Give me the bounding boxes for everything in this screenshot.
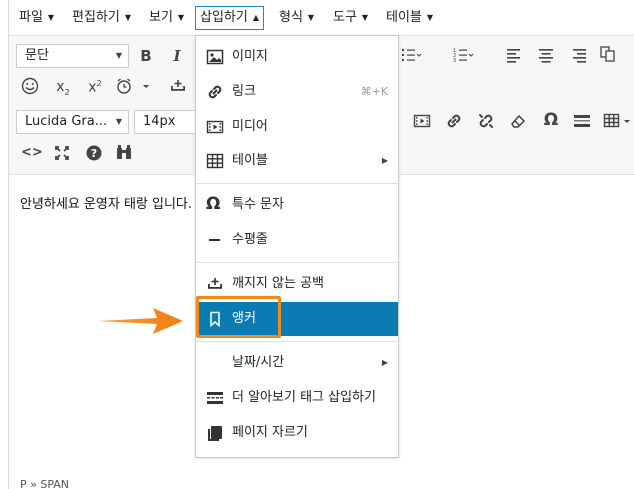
menu-item-read-more[interactable]: 더 알아보기 태그 삽입하기 — [196, 381, 398, 415]
caret-down-icon: ▼ — [307, 13, 315, 22]
code-icon[interactable]: <> — [21, 143, 43, 163]
menu-separator — [196, 183, 398, 184]
annotation-arrow-icon — [97, 308, 183, 334]
omega-icon: Ω — [206, 194, 221, 214]
menu-tools[interactable]: 도구 ▼ — [333, 7, 368, 29]
caret-down-icon: ▼ — [361, 13, 369, 22]
menu-item-datetime[interactable]: 날짜/시간 ▶ — [196, 346, 398, 380]
menu-separator — [196, 341, 398, 342]
caret-down-icon: ▼ — [115, 117, 122, 126]
fullscreen-icon[interactable] — [53, 144, 73, 162]
caret-up-icon: ▲ — [252, 13, 259, 22]
menu-table[interactable]: 테이블 ▼ — [386, 7, 433, 29]
table-icon — [206, 152, 224, 170]
copy-icon[interactable] — [599, 45, 619, 63]
annotation-highlight-box — [196, 296, 281, 338]
table-toolbar-icon[interactable] — [603, 112, 633, 130]
menubar: 파일 ▼ 편집하기 ▼ 보기 ▼ 삽입하기 ▲ 형식 ▼ 도구 ▼ 테이블 ▼ — [9, 0, 634, 36]
help-icon[interactable]: ? — [85, 144, 105, 162]
menu-view[interactable]: 보기 ▼ — [149, 7, 184, 29]
svg-text:3: 3 — [453, 58, 456, 64]
insert-menu-dropdown: 이미지 링크 ⌘+K 미디어 테이블 ▶ Ω 특수 문자 수평줄 깨지지 않는 … — [195, 35, 399, 458]
caret-down-icon: ▼ — [115, 51, 122, 60]
emoji-icon[interactable] — [21, 77, 41, 95]
status-path: P » SPAN — [20, 478, 70, 489]
italic-button[interactable]: I — [169, 46, 185, 66]
menu-item-table[interactable]: 테이블 ▶ — [196, 144, 398, 178]
media-toolbar-icon[interactable] — [413, 112, 433, 130]
find-replace-icon[interactable] — [115, 143, 135, 161]
menu-item-special-char[interactable]: Ω 특수 문자 — [196, 188, 398, 222]
block-format-select[interactable]: 문단 ▼ — [16, 44, 129, 68]
menu-item-horizontal-rule[interactable]: 수평줄 — [196, 223, 398, 257]
menu-item-image[interactable]: 이미지 — [196, 40, 398, 74]
svg-text:?: ? — [91, 147, 97, 160]
unlink-toolbar-icon[interactable] — [477, 112, 497, 130]
caret-down-icon: ▼ — [124, 13, 131, 22]
horizontal-rule-toolbar-icon[interactable] — [573, 112, 593, 130]
superscript-icon[interactable]: x2 — [85, 74, 105, 98]
align-center-icon[interactable] — [538, 46, 558, 64]
shortcut-hint: ⌘+K — [360, 85, 388, 98]
read-more-icon — [206, 389, 224, 407]
page-break-icon — [206, 424, 224, 442]
menu-item-page-break[interactable]: 페이지 자르기 — [196, 416, 398, 450]
link-toolbar-icon[interactable] — [445, 112, 465, 130]
menu-insert[interactable]: 삽입하기 ▲ — [195, 6, 264, 30]
font-family-select[interactable]: Lucida Gra... ▼ — [16, 110, 129, 134]
nonbreaking-space-toolbar-icon[interactable] — [169, 77, 189, 95]
content-paragraph[interactable]: 안녕하세요 운영자 태랑 입니다. — [20, 193, 192, 212]
caret-down-icon: ▼ — [47, 13, 55, 22]
menu-item-link[interactable]: 링크 ⌘+K — [196, 75, 398, 109]
subscript-icon[interactable]: x2 — [53, 77, 73, 103]
numbered-list-icon[interactable]: 123 — [452, 46, 476, 64]
align-right-icon[interactable] — [571, 46, 591, 64]
caret-down-icon: ▼ — [426, 13, 434, 22]
link-icon — [206, 83, 224, 101]
menu-file[interactable]: 파일 ▼ — [19, 7, 54, 29]
nonbreaking-space-icon — [206, 275, 224, 293]
image-icon — [206, 48, 224, 66]
horizontal-rule-icon — [206, 231, 224, 249]
media-icon — [206, 118, 224, 136]
font-size-select[interactable]: 14px — [134, 110, 204, 134]
menu-separator — [196, 262, 398, 263]
menu-edit[interactable]: 편집하기 ▼ — [72, 7, 131, 29]
align-left-icon[interactable] — [506, 46, 526, 64]
bullet-list-icon[interactable] — [400, 46, 424, 64]
menu-format[interactable]: 형식 ▼ — [279, 7, 314, 29]
bold-button[interactable]: B — [137, 46, 155, 66]
omega-toolbar-icon[interactable]: Ω — [541, 110, 561, 130]
alarm-clock-icon[interactable] — [115, 77, 155, 95]
submenu-arrow-icon: ▶ — [381, 156, 388, 165]
menu-item-media[interactable]: 미디어 — [196, 110, 398, 144]
eraser-icon[interactable] — [509, 112, 529, 130]
submenu-arrow-icon: ▶ — [381, 358, 388, 367]
caret-down-icon: ▼ — [177, 13, 185, 22]
